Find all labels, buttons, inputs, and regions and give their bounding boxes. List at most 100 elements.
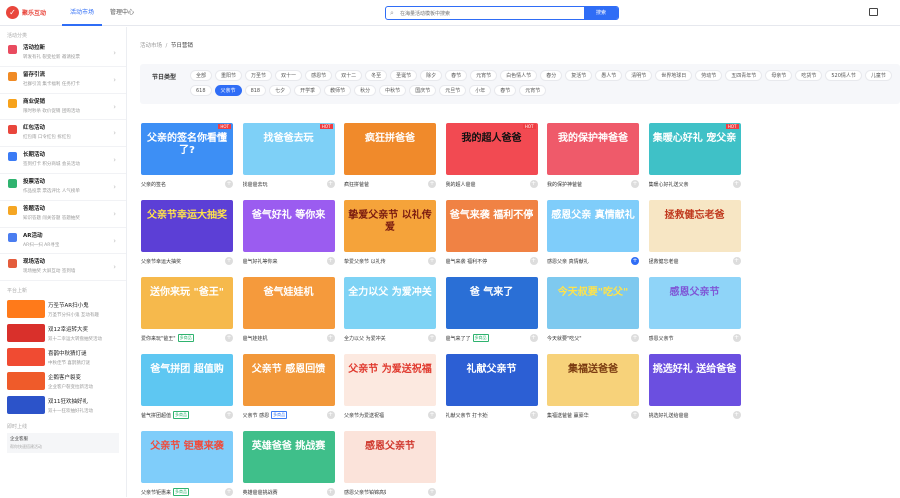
add-icon[interactable]: +: [732, 411, 741, 419]
template-thumbnail[interactable]: 父亲节 为爱送祝福: [344, 354, 436, 406]
template-card[interactable]: 爸气娃娃机 爸气娃娃机 +: [242, 277, 338, 344]
filter-tag[interactable]: 全部: [190, 70, 213, 81]
filter-tag[interactable]: 复活节: [565, 70, 593, 81]
template-card[interactable]: 找爸爸去玩 HOT 找爸爸去玩 +: [242, 123, 338, 190]
filter-tag[interactable]: 父亲节: [214, 85, 242, 96]
filter-tag[interactable]: 520情人节: [825, 70, 862, 81]
filter-tag[interactable]: 秋分: [354, 85, 377, 96]
add-icon[interactable]: +: [326, 257, 335, 265]
filter-tag[interactable]: 劳动节: [695, 70, 723, 81]
template-thumbnail[interactable]: 感恩父亲节: [648, 277, 741, 329]
news-item[interactable]: 企鹅客户裂变 企业客户裂变拉新活动: [0, 369, 126, 393]
filter-tag[interactable]: 白色情人节: [500, 70, 538, 81]
add-icon[interactable]: +: [326, 334, 335, 342]
news-item[interactable]: 双12幸运转大奖 双十二幸运大转盘抽奖活动: [0, 321, 126, 345]
filter-tag[interactable]: 母亲节: [765, 70, 793, 81]
filter-tag[interactable]: 世界地球日: [655, 70, 693, 81]
news-item[interactable]: 万圣节AR扫小鬼 万圣节分扫小鬼 互动有趣: [0, 297, 126, 321]
add-icon[interactable]: +: [225, 488, 233, 496]
template-thumbnail[interactable]: 爸气拼团 超值购: [141, 354, 233, 406]
template-card[interactable]: 爸 气来了 爸气来了了 多商品 +: [445, 277, 541, 344]
template-card[interactable]: 我的超人爸爸 HOT 我的超人爸爸 +: [445, 123, 541, 190]
template-card[interactable]: 今天叔要"吃父" 今天就要"吃父" +: [547, 277, 642, 344]
sidebar-item-3[interactable]: 红包活动 红包雨 口令红包 拆红包 ›: [0, 120, 126, 148]
add-icon[interactable]: +: [326, 488, 335, 496]
template-card[interactable]: 疯狂拼爸爸 疯狂拼爸爸 +: [344, 123, 439, 190]
add-icon[interactable]: +: [225, 334, 233, 342]
briefcase-icon[interactable]: [869, 8, 878, 16]
filter-tag[interactable]: 清明节: [625, 70, 653, 81]
sidebar-item-5[interactable]: 投票活动 作品投票 票选评比 人气榜单 ›: [0, 174, 126, 201]
nav-activity-market[interactable]: 活动市场: [62, 0, 103, 26]
template-thumbnail[interactable]: 送你来玩 "爸王": [141, 277, 233, 329]
add-icon[interactable]: +: [428, 180, 436, 188]
logo[interactable]: ✓ 聚乐互动: [6, 6, 46, 19]
template-thumbnail[interactable]: 礼献父亲节: [445, 354, 538, 406]
filter-tag[interactable]: 冬至: [365, 70, 388, 81]
add-icon[interactable]: +: [225, 411, 233, 419]
filter-tag[interactable]: 春节: [494, 85, 517, 96]
search-button[interactable]: 搜索: [584, 7, 618, 19]
filter-tag[interactable]: 中秋节: [379, 85, 407, 96]
filter-tag[interactable]: 国庆节: [409, 85, 437, 96]
filter-tag[interactable]: 七夕: [269, 85, 292, 96]
template-card[interactable]: 我的保护神爸爸 我的保护神爸爸 +: [547, 123, 642, 190]
sidebar-item-1[interactable]: 留存引流 社群引流 集卡福利 任务打卡 ›: [0, 67, 126, 94]
template-thumbnail[interactable]: 感恩父亲 真情献礼: [547, 200, 639, 252]
template-thumbnail[interactable]: 父亲的签名你看懂了? HOT: [141, 123, 233, 175]
filter-tag[interactable]: 愚人节: [595, 70, 623, 81]
news-item[interactable]: 双11狂欢抽好礼 双十一狂欢抽好礼活动: [0, 393, 126, 417]
filter-tag[interactable]: 元宵节: [470, 70, 498, 81]
filter-tag[interactable]: 小年: [469, 85, 492, 96]
template-card[interactable]: 父亲节幸运大抽奖 父亲节幸运大抽奖 +: [141, 200, 236, 267]
add-icon[interactable]: +: [732, 180, 741, 188]
template-thumbnail[interactable]: 我的保护神爸爸: [547, 123, 639, 175]
add-icon[interactable]: +: [631, 334, 639, 342]
filter-tag[interactable]: 双十一: [275, 70, 303, 81]
add-icon[interactable]: +: [529, 180, 538, 188]
search-input[interactable]: [400, 9, 580, 18]
add-icon[interactable]: +: [225, 257, 233, 265]
template-thumbnail[interactable]: 挑选好礼 送给爸爸: [648, 354, 741, 406]
filter-tag[interactable]: 818: [244, 85, 267, 96]
template-thumbnail[interactable]: 感恩父亲节: [344, 431, 436, 483]
add-icon[interactable]: +: [631, 257, 639, 265]
add-icon[interactable]: +: [326, 411, 335, 419]
filter-tag[interactable]: 万圣节: [245, 70, 273, 81]
add-icon[interactable]: +: [732, 257, 741, 265]
filter-tag[interactable]: 春节: [445, 70, 468, 81]
template-thumbnail[interactable]: 爸气娃娃机: [242, 277, 335, 329]
add-icon[interactable]: +: [428, 488, 436, 496]
template-thumbnail[interactable]: 父亲节 钜惠来袭: [141, 431, 233, 483]
template-thumbnail[interactable]: 拯救健忘老爸: [648, 200, 741, 252]
add-icon[interactable]: +: [225, 180, 233, 188]
sidebar-item-4[interactable]: 长期活动 签到打卡 积分商城 会员活动 ›: [0, 147, 126, 174]
add-icon[interactable]: +: [428, 411, 436, 419]
sidebar-item-6[interactable]: 答题活动 知识答题 闯关答题 答题抽奖 ›: [0, 201, 126, 228]
template-thumbnail[interactable]: 父亲节幸运大抽奖: [141, 200, 233, 252]
add-icon[interactable]: +: [326, 180, 335, 188]
template-card[interactable]: 父亲节 感恩回馈 父亲节 感恩 多商品 +: [242, 354, 338, 421]
template-card[interactable]: 爸气拼团 超值购 爸气拼团超值 多商品 +: [141, 354, 236, 421]
filter-tag[interactable]: 元宵节: [519, 85, 547, 96]
add-icon[interactable]: +: [631, 411, 639, 419]
filter-tag[interactable]: 五四青年节: [725, 70, 763, 81]
template-thumbnail[interactable]: 集福送爸爸: [547, 354, 639, 406]
add-icon[interactable]: +: [428, 334, 436, 342]
template-thumbnail[interactable]: 爸气来袭 福利不停: [445, 200, 538, 252]
template-card[interactable]: 感恩父亲 真情献礼 感恩父亲 真情献礼 +: [547, 200, 642, 267]
template-thumbnail[interactable]: 父亲节 感恩回馈: [242, 354, 335, 406]
filter-tag[interactable]: 吃货节: [795, 70, 823, 81]
template-card[interactable]: 集暖心好礼 宠父亲 HOT 集暖心好礼送父亲 +: [648, 123, 744, 190]
filter-tag[interactable]: 618: [190, 85, 212, 96]
template-thumbnail[interactable]: 找爸爸去玩 HOT: [242, 123, 335, 175]
add-icon[interactable]: +: [529, 411, 538, 419]
template-thumbnail[interactable]: 我的超人爸爸 HOT: [445, 123, 538, 175]
filter-tag[interactable]: 重阳节: [215, 70, 243, 81]
template-card[interactable]: 全力以父 为爱冲关 全力以父 为爱冲关 +: [344, 277, 439, 344]
add-icon[interactable]: +: [529, 334, 538, 342]
template-card[interactable]: 拯救健忘老爸 拯救健忘老爸 +: [648, 200, 744, 267]
template-card[interactable]: 父亲的签名你看懂了? HOT 父亲的签名 +: [141, 123, 236, 190]
template-thumbnail[interactable]: 英雄爸爸 挑战赛: [242, 431, 335, 483]
template-card[interactable]: 送你来玩 "爸王" 爱你来玩"爸王" 多商品 +: [141, 277, 236, 344]
